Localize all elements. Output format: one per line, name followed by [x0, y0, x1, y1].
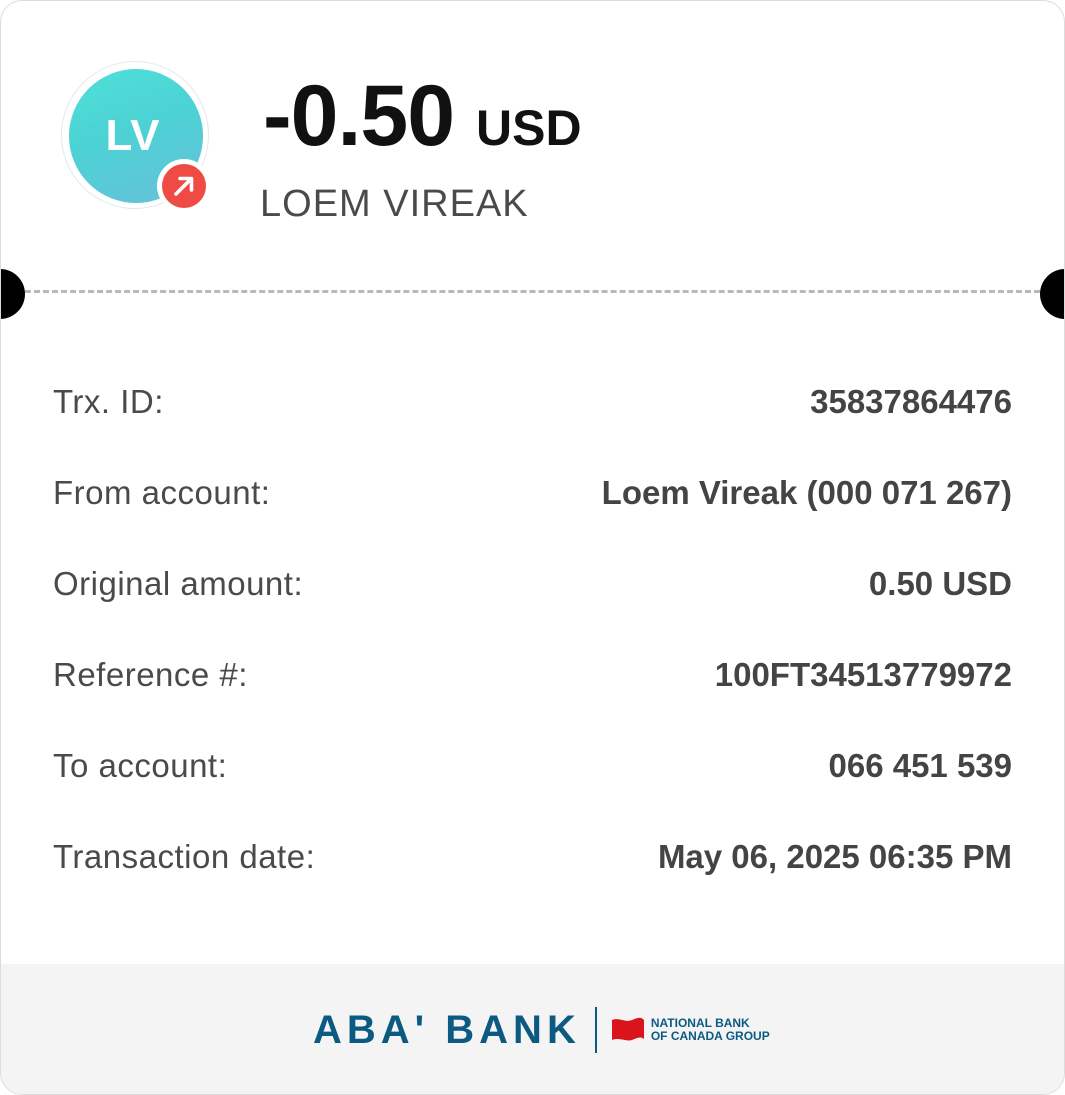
payee-name: LOEM VIREAK — [260, 183, 529, 225]
transaction-details: Trx. ID: 35837864476 From account: Loem … — [53, 356, 1012, 902]
detail-value: 100FT34513779972 — [714, 655, 1012, 693]
outgoing-badge — [157, 159, 211, 213]
detail-label: Transaction date: — [53, 837, 316, 875]
bank-name: ABA' BANK — [313, 1007, 581, 1052]
detail-label: Trx. ID: — [53, 382, 164, 420]
detail-value: 0.50 USD — [868, 564, 1012, 602]
arrow-up-right-icon — [174, 176, 194, 196]
amount-value: -0.50 — [263, 68, 455, 164]
detail-row-from-account: From account: Loem Vireak (000 071 267) — [53, 447, 1012, 538]
dashed-divider — [25, 290, 1040, 293]
logo-separator — [594, 1007, 597, 1053]
detail-row-reference: Reference #: 100FT34513779972 — [53, 629, 1012, 720]
detail-value: Loem Vireak (000 071 267) — [601, 473, 1012, 511]
detail-label: To account: — [53, 746, 228, 784]
bank-logo: ABA' BANK NATIONAL BANK OF CANADA GROUP — [313, 1007, 770, 1053]
ticket-notch-right — [1040, 269, 1064, 319]
detail-value: 066 451 539 — [828, 746, 1012, 784]
bank-group-line2: OF CANADA GROUP — [650, 1029, 770, 1043]
detail-label: Original amount: — [53, 564, 304, 602]
transaction-receipt-card: LV -0.50 USD LOEM VIREAK Trx. ID: 358378… — [0, 0, 1065, 1095]
flag-icon — [611, 1017, 644, 1041]
amount: -0.50 USD — [263, 71, 582, 161]
detail-label: From account: — [53, 473, 271, 511]
detail-row-transaction-date: Transaction date: May 06, 2025 06:35 PM — [53, 811, 1012, 902]
detail-label: Reference #: — [53, 655, 248, 693]
ticket-notch-left — [1, 269, 25, 319]
detail-value: May 06, 2025 06:35 PM — [657, 837, 1012, 875]
bank-group-line1: NATIONAL BANK — [650, 1016, 750, 1030]
detail-value: 35837864476 — [810, 382, 1012, 420]
avatar-initials: LV — [105, 111, 161, 160]
amount-currency: USD — [476, 100, 582, 156]
detail-row-trx-id: Trx. ID: 35837864476 — [53, 356, 1012, 447]
detail-row-original-amount: Original amount: 0.50 USD — [53, 538, 1012, 629]
bank-group-text: NATIONAL BANK OF CANADA GROUP — [651, 1017, 770, 1043]
detail-row-to-account: To account: 066 451 539 — [53, 720, 1012, 811]
